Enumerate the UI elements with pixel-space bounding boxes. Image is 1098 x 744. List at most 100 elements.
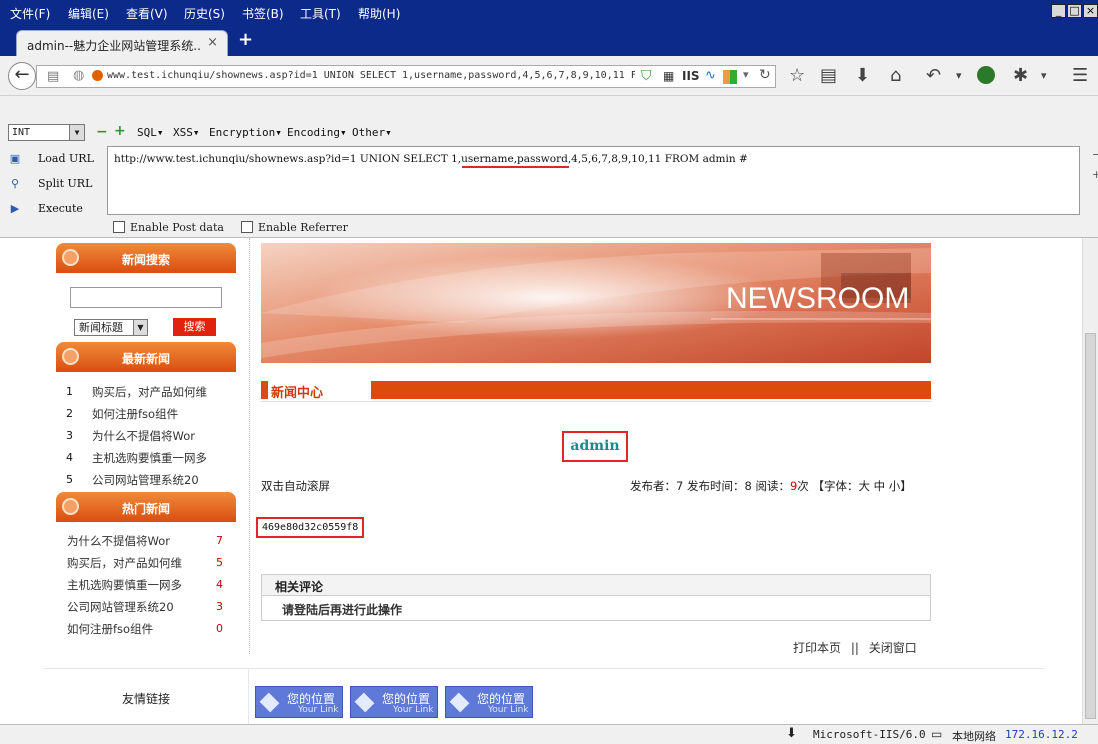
wave-icon[interactable]: ∿ xyxy=(705,68,716,83)
scrollbar-thumb[interactable] xyxy=(1085,333,1096,719)
type-select[interactable]: INT ▼ xyxy=(8,124,85,141)
globe-icon: ◍ xyxy=(73,68,85,83)
friend-links-section: 友情链接 xyxy=(44,668,1045,725)
load-url-button[interactable]: ▣ Load URL xyxy=(8,150,108,170)
shield-icon[interactable]: ⛉ xyxy=(641,68,652,84)
windows-icon[interactable] xyxy=(723,70,737,84)
annotation-underline xyxy=(462,166,569,168)
query-text: http://www.test.ichunqiu/shownews.asp?id… xyxy=(114,153,748,165)
dropdown-icon[interactable]: ▾ xyxy=(956,69,962,82)
other-menu[interactable]: Other▾ xyxy=(352,126,392,139)
dropdown-icon[interactable]: ▾ xyxy=(1041,69,1047,82)
dropdown-icon[interactable]: ▾ xyxy=(743,68,749,81)
network-label: 本地网络 xyxy=(952,730,996,743)
collapse-icon[interactable]: − xyxy=(1092,148,1098,161)
latest-num: 1 xyxy=(66,385,73,398)
auto-scroll-label[interactable]: 双击自动滚屏 xyxy=(261,478,330,494)
type-select-value: INT xyxy=(12,127,31,138)
search-type-select[interactable]: 新闻标题 ▼ xyxy=(74,319,148,336)
qr-code-icon[interactable]: ▦ xyxy=(663,69,674,83)
latest-news-item[interactable]: 购买后，对产品如何维 xyxy=(92,384,207,400)
news-center-title: 新闻中心 xyxy=(271,386,324,401)
font-small-link[interactable]: 小 xyxy=(889,479,901,493)
reload-icon[interactable]: ↻ xyxy=(759,67,771,83)
ip-address: 172.16.12.2 xyxy=(1005,728,1078,741)
menu-tools[interactable]: 工具(T) xyxy=(300,5,341,22)
undo-icon[interactable]: ↶ xyxy=(926,65,941,86)
menu-help[interactable]: 帮助(H) xyxy=(358,5,400,22)
banner-text: NEWSROOM xyxy=(726,282,909,315)
hot-news-item[interactable]: 主机选购要慎重一网多 xyxy=(67,577,182,593)
diamond-icon xyxy=(449,692,470,713)
hot-news-item[interactable]: 为什么不提倡将Wor xyxy=(67,533,170,549)
checkbox-box xyxy=(241,221,253,233)
sql-menu[interactable]: SQL▾ xyxy=(137,126,164,139)
download-arrow-icon[interactable]: ⬇ xyxy=(786,726,797,741)
home-icon[interactable]: ⌂ xyxy=(890,65,901,86)
expand-icon[interactable]: + xyxy=(1092,168,1098,181)
login-required-message: 请登陆后再进行此操作 xyxy=(282,603,403,617)
menu-history[interactable]: 历史(S) xyxy=(184,5,225,22)
iis-icon[interactable]: IIS xyxy=(682,69,700,83)
encryption-menu[interactable]: Encryption▾ xyxy=(209,126,282,139)
menu-view[interactable]: 查看(V) xyxy=(126,5,168,22)
enable-post-data-checkbox[interactable]: Enable Post data xyxy=(113,221,224,234)
tab-close-icon[interactable]: × xyxy=(207,35,218,50)
hot-news-item[interactable]: 如何注册fso组件 xyxy=(67,621,153,637)
font-medium-link[interactable]: 中 xyxy=(874,479,886,493)
tab-active[interactable]: admin--魅力企业网站管理系统... × xyxy=(16,30,228,56)
close-window-icon[interactable]: × xyxy=(1083,4,1098,18)
latest-news-item[interactable]: 如何注册fso组件 xyxy=(92,406,178,422)
news-body-text: 469e80d32c0559f8 xyxy=(262,522,359,533)
download-icon[interactable]: ⬇ xyxy=(855,65,870,86)
xss-menu[interactable]: XSS▾ xyxy=(173,126,200,139)
friend-link-button[interactable]: 您的位置 Your Link xyxy=(445,686,533,718)
maximize-icon[interactable]: □ xyxy=(1067,4,1082,18)
print-page-link[interactable]: 打印本页 xyxy=(793,641,841,655)
split-url-icon: ⚲ xyxy=(10,177,20,190)
plus-icon[interactable]: + xyxy=(114,123,126,139)
query-textarea[interactable]: http://www.test.ichunqiu/shownews.asp?id… xyxy=(107,146,1080,215)
vertical-scrollbar[interactable] xyxy=(1082,238,1098,724)
enable-referrer-checkbox[interactable]: Enable Referrer xyxy=(241,221,348,234)
hot-news-item[interactable]: 公司网站管理系统20 xyxy=(67,599,174,615)
font-large-link[interactable]: 大 xyxy=(858,479,870,493)
split-url-button[interactable]: ⚲ Split URL xyxy=(8,175,108,195)
address-bar[interactable]: ▤ ◍ www.test.ichunqiu/shownews.asp?id=1 … xyxy=(36,65,776,88)
new-tab-icon[interactable]: + xyxy=(238,29,253,50)
star-icon[interactable]: ☆ xyxy=(789,65,805,86)
search-button[interactable]: 搜索 xyxy=(173,318,216,336)
minus-icon[interactable]: − xyxy=(96,124,108,140)
friend-link-button[interactable]: 您的位置 Your Link xyxy=(350,686,438,718)
execute-icon: ▶ xyxy=(10,202,20,215)
menu-bookmarks[interactable]: 书签(B) xyxy=(242,5,284,22)
latest-news-item[interactable]: 公司网站管理系统20 xyxy=(92,472,199,488)
close-window-link[interactable]: 关闭窗口 xyxy=(869,641,917,655)
execute-button[interactable]: ▶ Execute xyxy=(8,200,108,220)
back-button[interactable]: ← xyxy=(8,62,36,90)
minimize-icon[interactable]: _ xyxy=(1051,4,1066,18)
hot-news-count: 3 xyxy=(216,600,223,613)
publisher: 7 xyxy=(676,479,684,493)
latest-news-item[interactable]: 主机选购要慎重一网多 xyxy=(92,450,207,466)
url-text[interactable]: www.test.ichunqiu/shownews.asp?id=1 UNIO… xyxy=(107,70,635,81)
comments-box: 相关评论 请登陆后再进行此操作 xyxy=(261,574,931,621)
encoding-menu[interactable]: Encoding▾ xyxy=(287,126,347,139)
latest-news-item[interactable]: 为什么不提倡将Wor xyxy=(92,428,195,444)
search-input[interactable] xyxy=(70,287,222,308)
chevron-down-icon: ▼ xyxy=(133,320,147,335)
menu-edit[interactable]: 编辑(E) xyxy=(68,5,109,22)
hot-news-header: 热门新闻 xyxy=(56,492,236,522)
hamburger-menu-icon[interactable]: ☰ xyxy=(1072,65,1088,86)
friend-link-button[interactable]: 您的位置 Your Link xyxy=(255,686,343,718)
bug-icon[interactable]: ✱ xyxy=(1013,65,1028,86)
comments-header: 相关评论 xyxy=(262,575,930,596)
clipboard-icon[interactable]: ▤ xyxy=(820,65,837,86)
hot-news-count: 4 xyxy=(216,578,223,591)
server-info: Microsoft-IIS/6.0 xyxy=(813,728,926,741)
menu-file[interactable]: 文件(F) xyxy=(10,5,50,22)
hot-news-item[interactable]: 购买后，对产品如何维 xyxy=(67,555,182,571)
reader-icon[interactable]: ▤ xyxy=(47,69,59,84)
diamond-icon xyxy=(259,692,280,713)
addon-icon[interactable] xyxy=(977,66,995,84)
